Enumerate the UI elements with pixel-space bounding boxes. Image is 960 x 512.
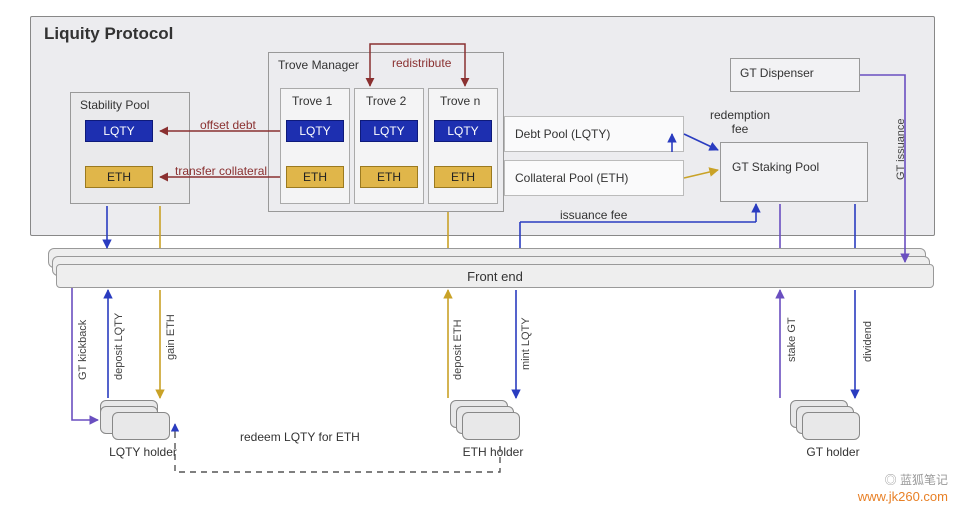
gt-dispenser-label: GT Dispenser [740,66,814,80]
trove-2-label: Trove 2 [366,94,406,108]
t1-eth: ETH [286,166,344,188]
watermark-cn: ◎ 蓝狐笔记 [885,471,948,488]
v-gain-eth: gain ETH [165,314,177,360]
collateral-pool-label: Collateral Pool (ETH) [515,171,628,185]
v-dividend: dividend [862,321,874,362]
v-deposit-lqty: deposit LQTY [113,313,125,380]
edge-redemption-fee: redemption fee [700,108,780,137]
v-mint-lqty: mint LQTY [520,317,532,370]
trove-manager-title: Trove Manager [278,58,359,72]
t2-eth: ETH [360,166,418,188]
debt-pool: Debt Pool (LQTY) [504,116,684,152]
v-stake-gt: stake GT [786,317,798,362]
sp-lqty-chip: LQTY [85,120,153,142]
lqty-holder-label: LQTY holder [98,445,188,459]
t2-lqty: LQTY [360,120,418,142]
eth-holder-label: ETH holder [448,445,538,459]
edge-offset-debt: offset debt [200,118,256,132]
edge-redistribute: redistribute [392,56,451,70]
protocol-title: Liquity Protocol [44,24,173,44]
tn-eth: ETH [434,166,492,188]
edge-issuance-fee: issuance fee [560,208,627,222]
v-deposit-eth: deposit ETH [452,319,464,380]
sp-eth-chip: ETH [85,166,153,188]
trove-1-label: Trove 1 [292,94,332,108]
gt-staking-pool-label: GT Staking Pool [732,160,819,174]
debt-pool-label: Debt Pool (LQTY) [515,127,610,141]
frontend-label: Front end [467,269,523,284]
trove-n-label: Trove n [440,94,480,108]
edge-transfer-collateral: transfer collateral [175,164,267,178]
edge-redeem: redeem LQTY for ETH [240,430,360,444]
tn-lqty: LQTY [434,120,492,142]
stability-pool-title: Stability Pool [80,98,149,112]
frontend: Front end [56,264,934,288]
edge-gt-issuance: GT issuance [895,118,907,180]
collateral-pool: Collateral Pool (ETH) [504,160,684,196]
v-gt-kickback: GT kickback [77,320,89,380]
t1-lqty: LQTY [286,120,344,142]
watermark-url: www.jk260.com [858,489,948,504]
gt-holder-label: GT holder [788,445,878,459]
